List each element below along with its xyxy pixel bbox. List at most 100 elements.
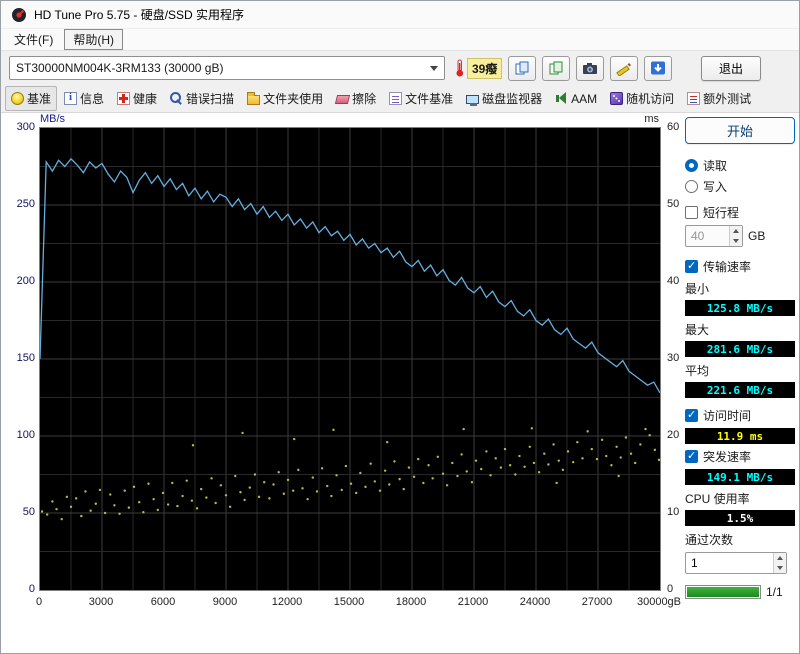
access-time-dot bbox=[586, 430, 588, 432]
menu-bar: 文件(F) 帮助(H) bbox=[1, 29, 799, 51]
write-label: 写入 bbox=[703, 178, 727, 195]
access-time-dot bbox=[287, 479, 289, 481]
access-time-value: 11.9 ms bbox=[685, 428, 795, 444]
access-time-dot bbox=[268, 497, 270, 499]
exit-button[interactable]: 退出 bbox=[701, 56, 761, 81]
menu-help[interactable]: 帮助(H) bbox=[64, 29, 123, 50]
tab-label: AAM bbox=[571, 92, 597, 106]
access-time-dot bbox=[456, 475, 458, 477]
thermometer-icon bbox=[455, 59, 465, 77]
drive-select-combobox[interactable]: ST30000NM004K-3RM133 (30000 gB) bbox=[9, 56, 445, 80]
folder-icon bbox=[247, 95, 260, 105]
save-download-icon bbox=[650, 60, 666, 76]
access-time-dot bbox=[350, 483, 352, 485]
left-axis-unit: MB/s bbox=[40, 113, 65, 125]
access-time-dot bbox=[634, 462, 636, 464]
access-time-dot bbox=[316, 490, 318, 492]
tab-aam[interactable]: AAM bbox=[549, 88, 603, 110]
access-time-dot bbox=[254, 473, 256, 475]
access-time-dot bbox=[504, 448, 506, 450]
tab-random-access[interactable]: 随机访问 bbox=[604, 86, 680, 111]
access-time-dot bbox=[644, 428, 646, 430]
access-time-dot bbox=[70, 506, 72, 508]
x-axis-tick: 30000gB bbox=[631, 596, 687, 608]
write-option-row: 写入 bbox=[685, 178, 795, 195]
left-axis-tick: 100 bbox=[5, 429, 35, 441]
screenshot-button[interactable] bbox=[576, 56, 604, 81]
access-time-dot bbox=[572, 461, 574, 463]
write-radio[interactable] bbox=[685, 180, 698, 193]
access-time-dot bbox=[263, 481, 265, 483]
access-time-dot bbox=[167, 503, 169, 505]
access-time-dot bbox=[66, 496, 68, 498]
tab-erase[interactable]: 擦除 bbox=[330, 86, 382, 111]
access-time-dot bbox=[552, 443, 554, 445]
monitor-icon bbox=[466, 95, 479, 104]
access-time-dot bbox=[128, 506, 130, 508]
menu-file[interactable]: 文件(F) bbox=[5, 29, 62, 50]
access-time-dot bbox=[312, 476, 314, 478]
burst-rate-checkbox[interactable] bbox=[685, 450, 698, 463]
app-icon bbox=[11, 7, 27, 23]
copy-button[interactable] bbox=[508, 56, 536, 81]
read-radio[interactable] bbox=[685, 159, 698, 172]
save-button[interactable] bbox=[644, 56, 672, 81]
burst-rate-row: 突发速率 bbox=[685, 448, 795, 465]
access-time-dot bbox=[205, 496, 207, 498]
tab-error-scan[interactable]: 错误扫描 bbox=[164, 86, 240, 111]
tab-label: 额外测试 bbox=[703, 90, 751, 107]
color-settings-button[interactable] bbox=[610, 56, 638, 81]
access-time-dot bbox=[388, 483, 390, 485]
access-time-dot bbox=[84, 490, 86, 492]
burst-rate-label: 突发速率 bbox=[703, 448, 751, 465]
access-time-dot bbox=[214, 502, 216, 504]
access-time-dot bbox=[446, 484, 448, 486]
temperature-value: 39癈 bbox=[467, 58, 502, 79]
short-stroke-checkbox[interactable] bbox=[685, 206, 698, 219]
access-time-dot bbox=[591, 448, 593, 450]
short-stroke-spinner[interactable] bbox=[729, 226, 742, 246]
tab-file-benchmark[interactable]: 文件基准 bbox=[383, 86, 459, 111]
x-axis-tick: 21000 bbox=[445, 596, 501, 608]
access-time-dot bbox=[283, 493, 285, 495]
access-time-dot bbox=[555, 482, 557, 484]
right-axis-tick: 30 bbox=[667, 352, 679, 364]
pass-count-spinner[interactable] bbox=[773, 553, 786, 573]
pass-count-input[interactable] bbox=[685, 552, 787, 574]
access-time-dot bbox=[417, 458, 419, 460]
extra-tests-icon bbox=[687, 92, 700, 105]
access-time-dot bbox=[75, 497, 77, 499]
copy-text-button[interactable] bbox=[542, 56, 570, 81]
access-time-dot bbox=[142, 511, 144, 513]
magnifier-icon bbox=[170, 92, 183, 105]
main-content: MB/s ms 30025020015010050060504030201000… bbox=[1, 113, 799, 653]
tab-info[interactable]: 信息 bbox=[58, 86, 110, 111]
tab-benchmark[interactable]: 基准 bbox=[5, 86, 57, 111]
x-axis-tick: 3000 bbox=[73, 596, 129, 608]
access-time-label: 访问时间 bbox=[703, 407, 751, 424]
x-axis-tick: 15000 bbox=[321, 596, 377, 608]
tab-extra-tests[interactable]: 额外测试 bbox=[681, 86, 757, 111]
plot-area bbox=[39, 127, 661, 591]
x-axis-tick: 0 bbox=[11, 596, 67, 608]
avg-value: 221.6 MB/s bbox=[685, 382, 795, 398]
pass-count-row bbox=[685, 552, 795, 574]
access-time-dot bbox=[113, 504, 115, 506]
access-time-dot bbox=[306, 498, 308, 500]
access-time-dot bbox=[514, 473, 516, 475]
access-time-dot bbox=[374, 480, 376, 482]
read-option-row: 读取 bbox=[685, 157, 795, 174]
x-axis-tick: 24000 bbox=[507, 596, 563, 608]
access-time-dot bbox=[523, 466, 525, 468]
access-time-dot bbox=[654, 449, 656, 451]
tab-health[interactable]: 健康 bbox=[111, 86, 163, 111]
tab-folder-usage[interactable]: 文件夹使用 bbox=[241, 86, 329, 111]
access-time-dot bbox=[239, 491, 241, 493]
access-time-dot bbox=[152, 498, 154, 500]
transfer-rate-checkbox[interactable] bbox=[685, 260, 698, 273]
start-button[interactable]: 开始 bbox=[685, 117, 795, 144]
cpu-usage-label: CPU 使用率 bbox=[685, 490, 795, 507]
left-axis-tick: 200 bbox=[5, 275, 35, 287]
access-time-checkbox[interactable] bbox=[685, 409, 698, 422]
tab-disk-monitor[interactable]: 磁盘监视器 bbox=[460, 86, 548, 111]
